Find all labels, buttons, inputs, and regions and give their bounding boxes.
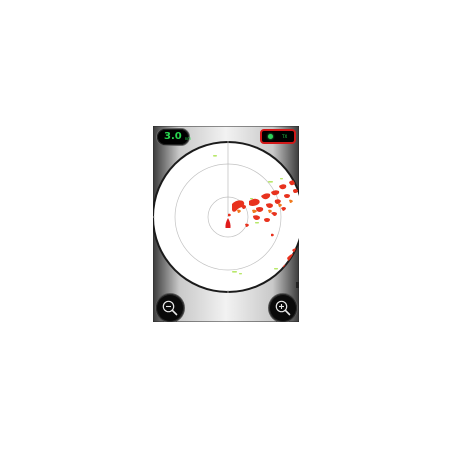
transmit-status-button[interactable]: TX [260, 129, 296, 144]
radar-app: 3.0 nm TX [153, 126, 299, 322]
status-indicator-icon [268, 134, 273, 139]
range-unit: nm [184, 135, 192, 141]
zoom-in-icon [275, 300, 291, 316]
range-readout[interactable]: 3.0 nm [157, 129, 192, 145]
radar-display[interactable] [153, 126, 299, 322]
panel-handle[interactable] [296, 282, 299, 288]
range-value: 3.0 [164, 131, 182, 142]
zoom-out-button[interactable] [156, 294, 184, 322]
zoom-out-icon [162, 300, 178, 316]
radar-scope [153, 141, 299, 293]
status-label: TX [282, 134, 288, 139]
zoom-in-button[interactable] [269, 294, 297, 322]
